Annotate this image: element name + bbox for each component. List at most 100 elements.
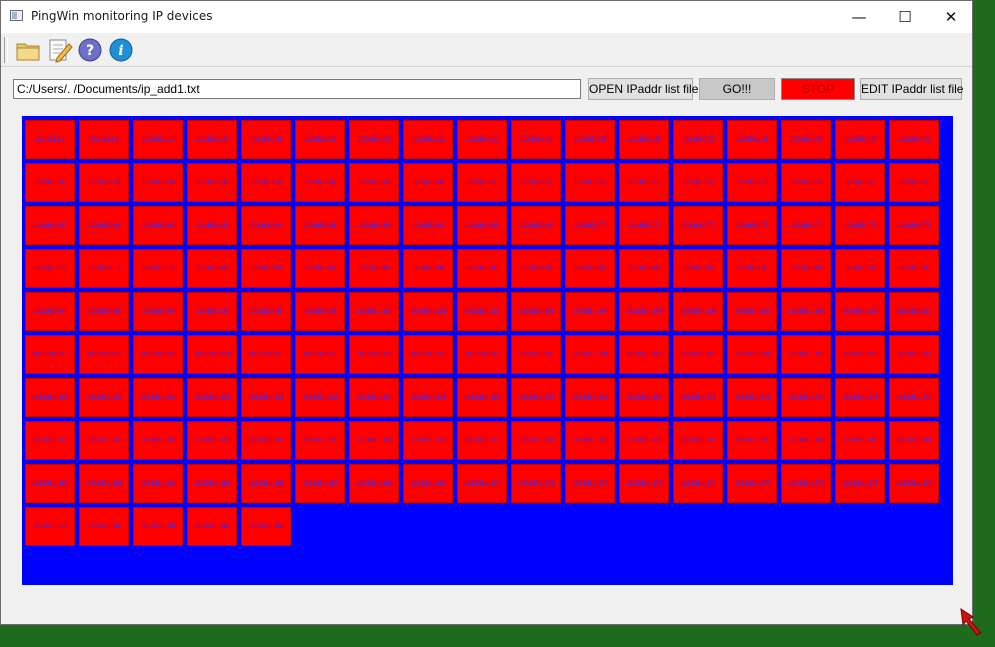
info-icon[interactable]: i	[108, 37, 134, 63]
device-tile[interactable]: 192.168.1.143	[835, 378, 885, 417]
device-tile[interactable]: 192.168.1.147	[133, 421, 183, 460]
device-tile[interactable]: 192.168.1.170	[457, 464, 507, 503]
device-tile[interactable]: 192.168.1.165	[187, 464, 237, 503]
device-tile[interactable]: 192.168.1.2	[79, 120, 129, 159]
device-tile[interactable]: 192.168.1.63	[187, 206, 237, 245]
device-tile[interactable]: 192.168.1.109	[835, 292, 885, 331]
device-tile[interactable]: 192.168.1.141	[727, 378, 777, 417]
device-tile[interactable]: 192.168.1.113	[133, 335, 183, 374]
device-tile[interactable]: 192.168.1.71	[619, 206, 669, 245]
device-tile[interactable]: 192.168.1.121	[565, 335, 615, 374]
device-tile[interactable]: 192.168.1.126	[835, 335, 885, 374]
device-tile[interactable]: 192.168.1.93	[889, 249, 939, 288]
device-tile[interactable]: 192.168.1.131	[187, 378, 237, 417]
device-tile[interactable]: 192.168.1.176	[781, 464, 831, 503]
device-tile[interactable]: 192.168.1.56	[781, 163, 831, 202]
device-tile[interactable]: 192.168.1.61	[79, 206, 129, 245]
device-tile[interactable]: 192.168.1.33	[457, 120, 507, 159]
device-tile[interactable]: 192.168.1.135	[403, 378, 453, 417]
device-tile[interactable]: 192.168.1.39	[781, 120, 831, 159]
device-tile[interactable]: 192.168.1.42	[25, 163, 75, 202]
device-tile[interactable]: 192.168.1.75	[835, 206, 885, 245]
device-tile[interactable]: 192.168.1.43	[79, 163, 129, 202]
device-tile[interactable]: 192.168.1.37	[673, 120, 723, 159]
device-tile[interactable]: 192.168.1.49	[403, 163, 453, 202]
device-tile[interactable]: 192.168.1.99	[295, 292, 345, 331]
device-tile[interactable]: 192.168.1.127	[889, 335, 939, 374]
title-bar[interactable]: PingWin monitoring IP devices — ☐ ✕	[1, 1, 972, 33]
device-tile[interactable]: 192.168.1.142	[781, 378, 831, 417]
device-tile[interactable]: 192.168.1.145	[25, 421, 75, 460]
device-tile[interactable]: 192.168.1.38	[727, 120, 777, 159]
stop-button[interactable]: STOP	[781, 78, 855, 100]
device-tile[interactable]: 192.168.1.104	[565, 292, 615, 331]
device-tile[interactable]: 192.168.1.98	[241, 292, 291, 331]
close-button[interactable]: ✕	[928, 1, 974, 33]
device-tile[interactable]: 192.168.1.182	[187, 507, 237, 546]
device-tile[interactable]: 192.168.1.122	[619, 335, 669, 374]
device-tile[interactable]: 192.168.1.134	[349, 378, 399, 417]
device-tile[interactable]: 192.168.1.35	[565, 120, 615, 159]
device-tile[interactable]: 192.168.1.66	[349, 206, 399, 245]
device-tile[interactable]: 192.168.1.53	[619, 163, 669, 202]
device-tile[interactable]: 192.168.1.68	[457, 206, 507, 245]
device-tile[interactable]: 192.168.1.47	[295, 163, 345, 202]
device-tile[interactable]: 192.168.1.30	[295, 120, 345, 159]
device-tile[interactable]: 192.168.1.149	[241, 421, 291, 460]
device-tile[interactable]: 192.168.1.101	[403, 292, 453, 331]
device-tile[interactable]: 192.168.1.45	[187, 163, 237, 202]
device-tile[interactable]: 192.168.1.36	[619, 120, 669, 159]
device-tile[interactable]: 192.168.1.87	[565, 249, 615, 288]
device-tile[interactable]: 192.168.1.94	[25, 292, 75, 331]
device-tile[interactable]: 192.168.1.152	[403, 421, 453, 460]
device-tile[interactable]: 192.168.1.32	[403, 120, 453, 159]
device-tile[interactable]: 192.168.1.74	[781, 206, 831, 245]
device-tile[interactable]: 192.168.1.103	[511, 292, 561, 331]
device-tile[interactable]: 192.168.1.40	[835, 120, 885, 159]
device-tile[interactable]: 192.168.1.140	[673, 378, 723, 417]
device-tile[interactable]: 192.168.1.82	[295, 249, 345, 288]
device-tile[interactable]: 192.168.1.164	[133, 464, 183, 503]
device-tile[interactable]: 192.168.1.89	[673, 249, 723, 288]
device-tile[interactable]: 192.168.1.183	[241, 507, 291, 546]
device-tile[interactable]: 192.168.1.85	[457, 249, 507, 288]
device-tile[interactable]: 192.168.1.60	[25, 206, 75, 245]
device-tile[interactable]: 192.168.1.92	[835, 249, 885, 288]
device-tile[interactable]: 192.168.1.159	[781, 421, 831, 460]
device-tile[interactable]: 192.168.1.79	[133, 249, 183, 288]
device-tile[interactable]: 192.168.1.110	[889, 292, 939, 331]
device-tile[interactable]: 192.168.1.57	[835, 163, 885, 202]
device-tile[interactable]: 192.168.1.167	[295, 464, 345, 503]
device-tile[interactable]: 192.168.1.72	[673, 206, 723, 245]
device-tile[interactable]: 192.168.1.10	[133, 120, 183, 159]
maximize-button[interactable]: ☐	[882, 1, 928, 33]
device-tile[interactable]: 192.168.1.174	[673, 464, 723, 503]
device-tile[interactable]: 192.168.1.77	[25, 249, 75, 288]
device-tile[interactable]: 192.168.1.34	[511, 120, 561, 159]
device-tile[interactable]: 192.168.1.52	[565, 163, 615, 202]
device-tile[interactable]: 192.168.1.120	[511, 335, 561, 374]
device-tile[interactable]: 192.168.1.133	[295, 378, 345, 417]
device-tile[interactable]: 192.168.1.65	[295, 206, 345, 245]
device-tile[interactable]: 192.168.1.138	[565, 378, 615, 417]
device-tile[interactable]: 192.168.1.172	[565, 464, 615, 503]
device-tile[interactable]: 192.168.1.171	[511, 464, 561, 503]
device-tile[interactable]: 192.168.1.168	[349, 464, 399, 503]
device-tile[interactable]: 192.168.1.69	[511, 206, 561, 245]
device-tile[interactable]: 192.168.1.150	[295, 421, 345, 460]
device-tile[interactable]: 192.168.1.81	[241, 249, 291, 288]
open-folder-icon[interactable]	[15, 37, 41, 63]
device-tile[interactable]: 192.168.1.44	[133, 163, 183, 202]
device-tile[interactable]: 192.168.1.123	[673, 335, 723, 374]
file-path-input[interactable]: C:/Users/. /Documents/ip_add1.txt	[13, 79, 581, 99]
device-tile[interactable]: 192.168.1.64	[241, 206, 291, 245]
device-tile[interactable]: 192.168.1.166	[241, 464, 291, 503]
device-tile[interactable]: 192.168.1.41	[889, 120, 939, 159]
device-tile[interactable]: 192.168.1.178	[889, 464, 939, 503]
device-tile[interactable]: 192.168.1.137	[511, 378, 561, 417]
device-tile[interactable]: 192.168.1.100	[349, 292, 399, 331]
device-tile[interactable]: 192.168.1.180	[79, 507, 129, 546]
device-tile[interactable]: 192.168.1.1	[25, 120, 75, 159]
device-tile[interactable]: 192.168.1.136	[457, 378, 507, 417]
help-icon[interactable]: ?	[77, 37, 103, 63]
